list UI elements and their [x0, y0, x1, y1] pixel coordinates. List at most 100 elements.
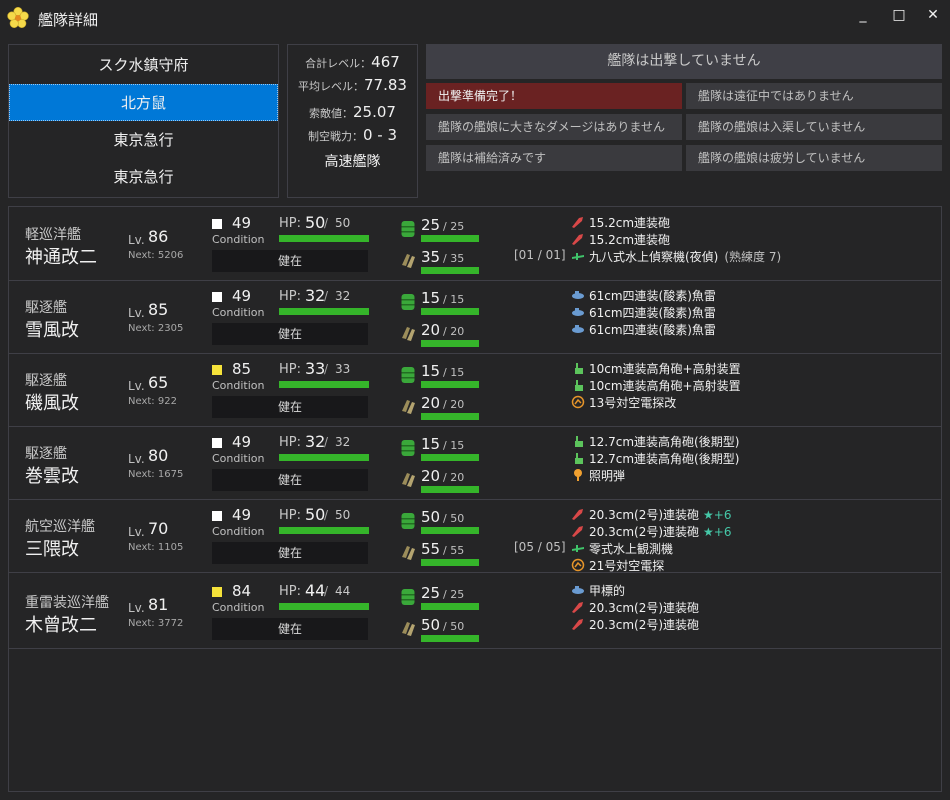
condition-indicator	[212, 292, 222, 302]
status-repair: 艦隊の艦娘は入渠していません	[686, 114, 942, 140]
next-exp: Next: 922	[128, 396, 177, 407]
equipment-name: 21号対空電探	[589, 559, 665, 573]
fleet-item[interactable]: スク水鎮守府	[9, 47, 278, 84]
next-exp: Next: 5206	[128, 250, 184, 261]
main-gun-icon	[571, 215, 585, 229]
fuel-bar	[421, 527, 479, 534]
hp-bar-fill	[279, 235, 369, 242]
hp-max: 32	[335, 435, 351, 449]
ship-type: 駆逐艦	[25, 300, 67, 316]
ammo-icon	[400, 619, 416, 637]
condition-value: 85	[232, 360, 252, 378]
condition-label: Condition	[212, 452, 265, 465]
fuel-max: / 50	[443, 512, 465, 525]
fuel-icon	[400, 293, 416, 311]
fuel-bar	[421, 235, 479, 242]
status-expedition: 艦隊は遠征中ではありません	[686, 83, 942, 109]
fuel-value: 15	[421, 289, 441, 307]
ammo-max: / 20	[443, 325, 465, 338]
hp-value: 50	[305, 505, 326, 524]
level-value: 81	[148, 595, 169, 614]
level-value: 70	[148, 519, 169, 538]
ship-row: 駆逐艦 磯風改 Lv. 65 Next: 922 85 Condition 健在 HP: 33/3…	[9, 354, 941, 427]
fuel-icon	[400, 512, 416, 530]
secondary-gun-icon	[571, 378, 585, 392]
hp-separator: /	[324, 584, 329, 598]
equipment-item: 甲標的	[571, 582, 625, 599]
line-of-sight: 索敵値：25.07	[309, 103, 396, 121]
total-level: 合計レベル：467	[305, 53, 400, 71]
main-gun-icon	[571, 617, 585, 631]
equipment-name: 20.3cm(2号)連装砲	[589, 601, 700, 615]
main-gun-icon	[571, 524, 585, 538]
ship-list: 軽巡洋艦 神通改二 Lv. 86 Next: 5206 49 Condition 健在 HP: 5…	[8, 206, 942, 792]
hp-max: 50	[335, 216, 351, 230]
sortie-status: 艦隊は出撃していません	[426, 44, 942, 79]
fleet-list[interactable]: スク水鎮守府 北方鼠 東京急行 東京急行	[8, 44, 279, 198]
seaplane-icon	[571, 541, 585, 555]
level-value: 86	[148, 227, 169, 246]
fleet-item[interactable]: 東京急行	[9, 159, 278, 196]
ammo-value: 55	[421, 540, 441, 558]
close-button[interactable]: ✕	[918, 4, 948, 26]
equipment-name: 10cm連装高角砲+高射装置	[589, 379, 741, 393]
hp-bar-fill	[279, 527, 369, 534]
condition-indicator	[212, 587, 222, 597]
aircraft-slot-count: [05 / 05]	[514, 540, 566, 554]
fuel-bar-fill	[421, 527, 479, 534]
ammo-icon	[400, 543, 416, 561]
equipment-name: 61cm四連装(酸素)魚雷	[589, 306, 716, 320]
minimize-button[interactable]: _	[848, 4, 878, 26]
fuel-bar	[421, 308, 479, 315]
hp-bar	[279, 527, 369, 534]
ship-name: 三隈改	[25, 539, 79, 560]
hp-bar	[279, 603, 369, 610]
ammo-max: / 55	[443, 544, 465, 557]
hp-value: 33	[305, 359, 326, 378]
improvement-level: ★+6	[703, 508, 732, 522]
level-label: Lv.	[128, 601, 145, 615]
fuel-max: / 15	[443, 366, 465, 379]
fuel-icon	[400, 588, 416, 606]
ammo-bar-fill	[421, 486, 479, 493]
equipment-item: 15.2cm連装砲	[571, 214, 670, 231]
flare-icon	[571, 468, 585, 482]
hp-max: 44	[335, 584, 351, 598]
ammo-bar	[421, 486, 479, 493]
status-ready: 出撃準備完了！	[426, 83, 682, 109]
fuel-value: 25	[421, 584, 441, 602]
torpedo-icon	[571, 305, 585, 319]
ship-name: 巻雲改	[25, 466, 79, 487]
radar-icon	[571, 558, 585, 572]
condition-label: Condition	[212, 233, 265, 246]
equipment-name: 20.3cm(2号)連装砲	[589, 508, 700, 522]
ammo-max: / 20	[443, 471, 465, 484]
improvement-level: ★+6	[703, 525, 732, 539]
equipment-name: 甲標的	[589, 584, 626, 598]
equipment-name: 15.2cm連装砲	[589, 216, 671, 230]
torpedo-icon	[571, 322, 585, 336]
fleet-item-selected[interactable]: 北方鼠	[9, 84, 278, 121]
proficiency: (熟練度 7)	[724, 250, 782, 264]
next-exp: Next: 1105	[128, 542, 184, 553]
fleet-item[interactable]: 東京急行	[9, 122, 278, 159]
fuel-bar	[421, 603, 479, 610]
ship-name: 雪風改	[25, 320, 79, 341]
seaplane-icon	[571, 249, 585, 263]
hp-value: 32	[305, 286, 326, 305]
torpedo-icon	[571, 583, 585, 597]
condition-label: Condition	[212, 525, 265, 538]
equipment-item: 20.3cm(2号)連装砲	[571, 599, 699, 616]
average-level: 平均レベル：77.83	[298, 76, 407, 94]
hp-bar	[279, 235, 369, 242]
maximize-button[interactable]: □	[884, 4, 914, 26]
hp-label: HP:	[279, 362, 301, 377]
ammo-bar-fill	[421, 635, 479, 642]
fuel-max: / 15	[443, 293, 465, 306]
ship-row: 重雷装巡洋艦 木曾改二 Lv. 81 Next: 3772 84 Condition 健在 HP…	[9, 576, 941, 649]
equipment-item: 61cm四連装(酸素)魚雷	[571, 304, 716, 321]
fuel-bar-fill	[421, 381, 479, 388]
equipment-name: 20.3cm(2号)連装砲	[589, 525, 700, 539]
ammo-icon	[400, 324, 416, 342]
equipment-name: 12.7cm連装高角砲(後期型)	[589, 435, 740, 449]
